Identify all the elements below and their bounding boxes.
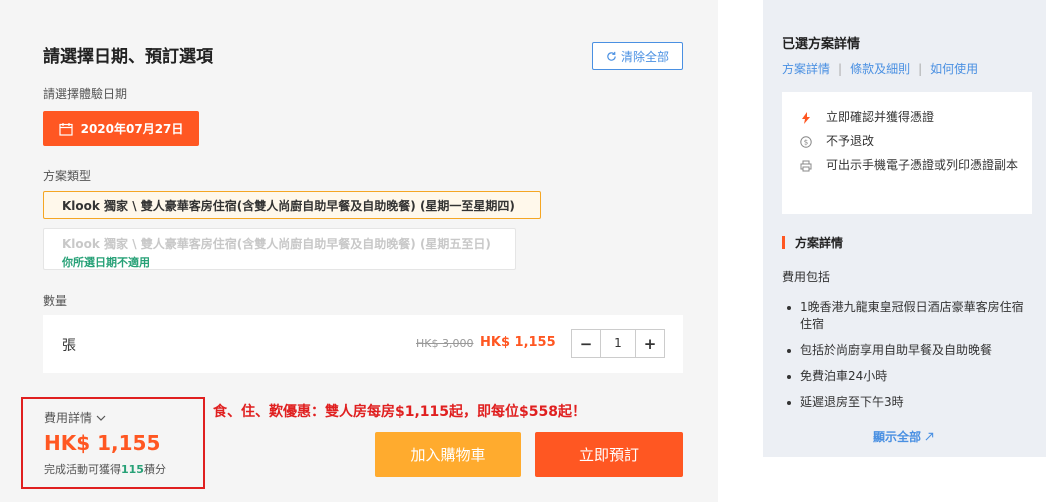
package-option-weekday[interactable]: Klook 獨家 \ 雙人豪華客房住宿(含雙人尚廚自助早餐及自助晚餐) (星期一… (43, 191, 541, 219)
ticket-unit: 張 (62, 338, 76, 354)
link-terms[interactable]: 條款及細則 (850, 60, 910, 77)
link-how-to-use[interactable]: 如何使用 (930, 60, 978, 77)
dollar-circle-icon: $ (800, 135, 812, 148)
booking-panel: 請選擇日期、預訂選項 清除全部 請選擇體驗日期 2020年07月27日 方案類型… (0, 0, 718, 502)
feature-text: 不予退改 (826, 134, 875, 148)
quantity-row: 張 HK$ 3,000 HK$ 1,155 − 1 + (43, 315, 683, 373)
quantity-value[interactable]: 1 (600, 330, 636, 357)
feature-item: $ 不予退改 (800, 133, 1032, 150)
add-to-cart-button[interactable]: 加入購物車 (375, 432, 521, 477)
feature-text: 可出示手機電子憑證或列印憑證副本 (826, 158, 1019, 172)
package-label: 方案類型 (43, 169, 92, 183)
feature-item: 可出示手機電子憑證或列印憑證副本 (800, 157, 1032, 174)
feature-item: 立即確認并獲得憑證 (800, 109, 1032, 126)
lightning-icon (802, 111, 810, 124)
points-value: 115 (121, 463, 144, 476)
booking-title: 請選擇日期、預訂選項 (43, 47, 213, 67)
list-item: 延遲退房至下午3時 (782, 394, 1032, 411)
selected-date: 2020年07月27日 (80, 122, 184, 136)
svg-text:$: $ (804, 138, 808, 146)
points-prefix: 完成活動可獲得 (44, 463, 121, 476)
show-all-label: 顯示全部 (873, 430, 922, 444)
refresh-icon (607, 51, 616, 61)
section-marker (782, 236, 785, 249)
fee-details-toggle[interactable]: 費用詳情 (44, 409, 106, 426)
quantity-stepper: − 1 + (571, 329, 665, 358)
clear-all-label: 清除全部 (620, 49, 669, 64)
calendar-icon (58, 122, 73, 136)
details-panel: 已選方案詳情 方案詳情 | 條款及細則 | 如何使用 立即確認并獲得憑證 $ 不… (763, 0, 1046, 457)
points-suffix: 積分 (143, 463, 166, 476)
chevron-down-icon (96, 415, 106, 421)
total-price: HK$ 1,155 (44, 431, 161, 455)
original-price: HK$ 3,000 (416, 337, 474, 350)
link-separator: | (918, 61, 923, 76)
list-item: 1晚香港九龍東皇冠假日酒店豪華客房住宿住宿 (782, 299, 1032, 333)
discounted-price: HK$ 1,155 (480, 335, 556, 350)
promo-text: 食、住、歎優惠：雙人房每房$1,115起，即每位$558起！ (213, 404, 586, 420)
increment-button[interactable]: + (636, 330, 664, 357)
fee-details-label: 費用詳情 (44, 411, 93, 425)
show-all-link[interactable]: 顯示全部 (873, 428, 934, 445)
package-option-title: Klook 獨家 \ 雙人豪華客房住宿(含雙人尚廚自助早餐及自助晚餐) (星期五… (62, 237, 491, 251)
list-item: 包括於尚廚享用自助早餐及自助晚餐 (782, 342, 1032, 359)
features-card: 立即確認并獲得憑證 $ 不予退改 可出示手機電子憑證或列印憑證副本 (782, 92, 1032, 214)
details-links: 方案詳情 | 條款及細則 | 如何使用 (782, 60, 978, 77)
expand-icon (925, 432, 934, 441)
feature-text: 立即確認并獲得憑證 (826, 110, 935, 124)
section-heading: 方案詳情 (782, 234, 843, 251)
list-item: 免費泊車24小時 (782, 368, 1032, 385)
printer-icon (800, 160, 812, 171)
book-now-button[interactable]: 立即預訂 (535, 432, 683, 477)
points-note: 完成活動可獲得115積分 (44, 461, 166, 477)
details-title: 已選方案詳情 (782, 37, 861, 52)
date-picker-button[interactable]: 2020年07月27日 (43, 111, 199, 146)
quantity-label: 數量 (43, 294, 68, 308)
fee-summary: 費用詳情 HK$ 1,155 完成活動可獲得115積分 (21, 397, 205, 489)
package-option-title: Klook 獨家 \ 雙人豪華客房住宿(含雙人尚廚自助早餐及自助晚餐) (星期一… (62, 198, 515, 213)
clear-all-button[interactable]: 清除全部 (592, 42, 683, 70)
package-unavailable-note: 你所選日期不適用 (62, 256, 150, 269)
section-title: 方案詳情 (795, 236, 844, 250)
package-option-weekend[interactable]: Klook 獨家 \ 雙人豪華客房住宿(含雙人尚廚自助早餐及自助晚餐) (星期五… (43, 228, 516, 270)
fee-includes-label: 費用包括 (782, 270, 831, 284)
link-separator: | (838, 61, 843, 76)
date-label: 請選擇體驗日期 (43, 87, 128, 101)
decrement-button[interactable]: − (572, 330, 600, 357)
link-package-details[interactable]: 方案詳情 (782, 60, 830, 77)
includes-list: 1晚香港九龍東皇冠假日酒店豪華客房住宿住宿 包括於尚廚享用自助早餐及自助晚餐 免… (782, 299, 1032, 420)
